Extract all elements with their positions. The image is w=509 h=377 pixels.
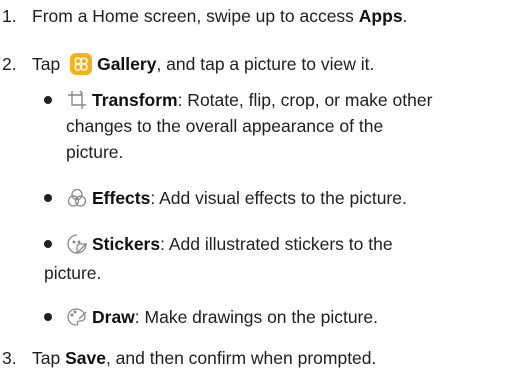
step-bold: Gallery — [97, 54, 157, 74]
step-2: 2. Tap Gallery, and tap a picture to view… — [0, 51, 374, 77]
step-text: From a Home screen, swipe up to access — [32, 6, 359, 26]
bullet-dot — [44, 240, 52, 248]
bullet-text: : Rotate, flip, crop, or make other — [177, 90, 433, 110]
step-bold: Save — [65, 348, 106, 368]
bullet-dot — [44, 194, 52, 202]
draw-icon — [66, 306, 88, 328]
bullet-dot — [44, 313, 52, 321]
step-number: 1. — [2, 6, 17, 26]
step-3: 3. Tap Save, and then confirm when prompt… — [0, 345, 376, 371]
bullet-bold: Stickers — [92, 234, 161, 254]
step-text: Tap — [32, 348, 66, 368]
step-text-end: , and then confirm when prompted. — [105, 348, 377, 368]
bullet-text-line3: picture. — [66, 142, 124, 162]
step-number: 2. — [2, 54, 17, 74]
bullet-dot — [44, 96, 52, 104]
bullet-bold: Draw — [92, 307, 135, 327]
step-text-end: . — [402, 6, 408, 26]
bullet-text: : Add illustrated stickers to the — [160, 234, 393, 254]
step-bold: Apps — [358, 6, 403, 26]
transform-icon — [66, 89, 88, 111]
instructions-document: 1. From a Home screen, swipe up to access… — [0, 0, 509, 377]
effects-icon — [66, 187, 88, 209]
gallery-icon — [70, 53, 93, 75]
bullet-bold: Effects — [92, 188, 151, 208]
bullet-text: : Add visual effects to the picture. — [150, 188, 407, 208]
stickers-icon — [66, 233, 88, 255]
step-1: 1. From a Home screen, swipe up to access… — [0, 3, 407, 29]
bullet-text: : Make drawings on the picture. — [134, 307, 378, 327]
step-text: Tap — [32, 54, 66, 74]
bullet-text-line2: changes to the overall appearance of the — [66, 116, 384, 136]
bullet-bold: Transform — [92, 90, 178, 110]
bullet-text-line2: picture. — [44, 263, 102, 283]
step-text-end: , and tap a picture to view it. — [156, 54, 375, 74]
step-number: 3. — [2, 348, 17, 368]
